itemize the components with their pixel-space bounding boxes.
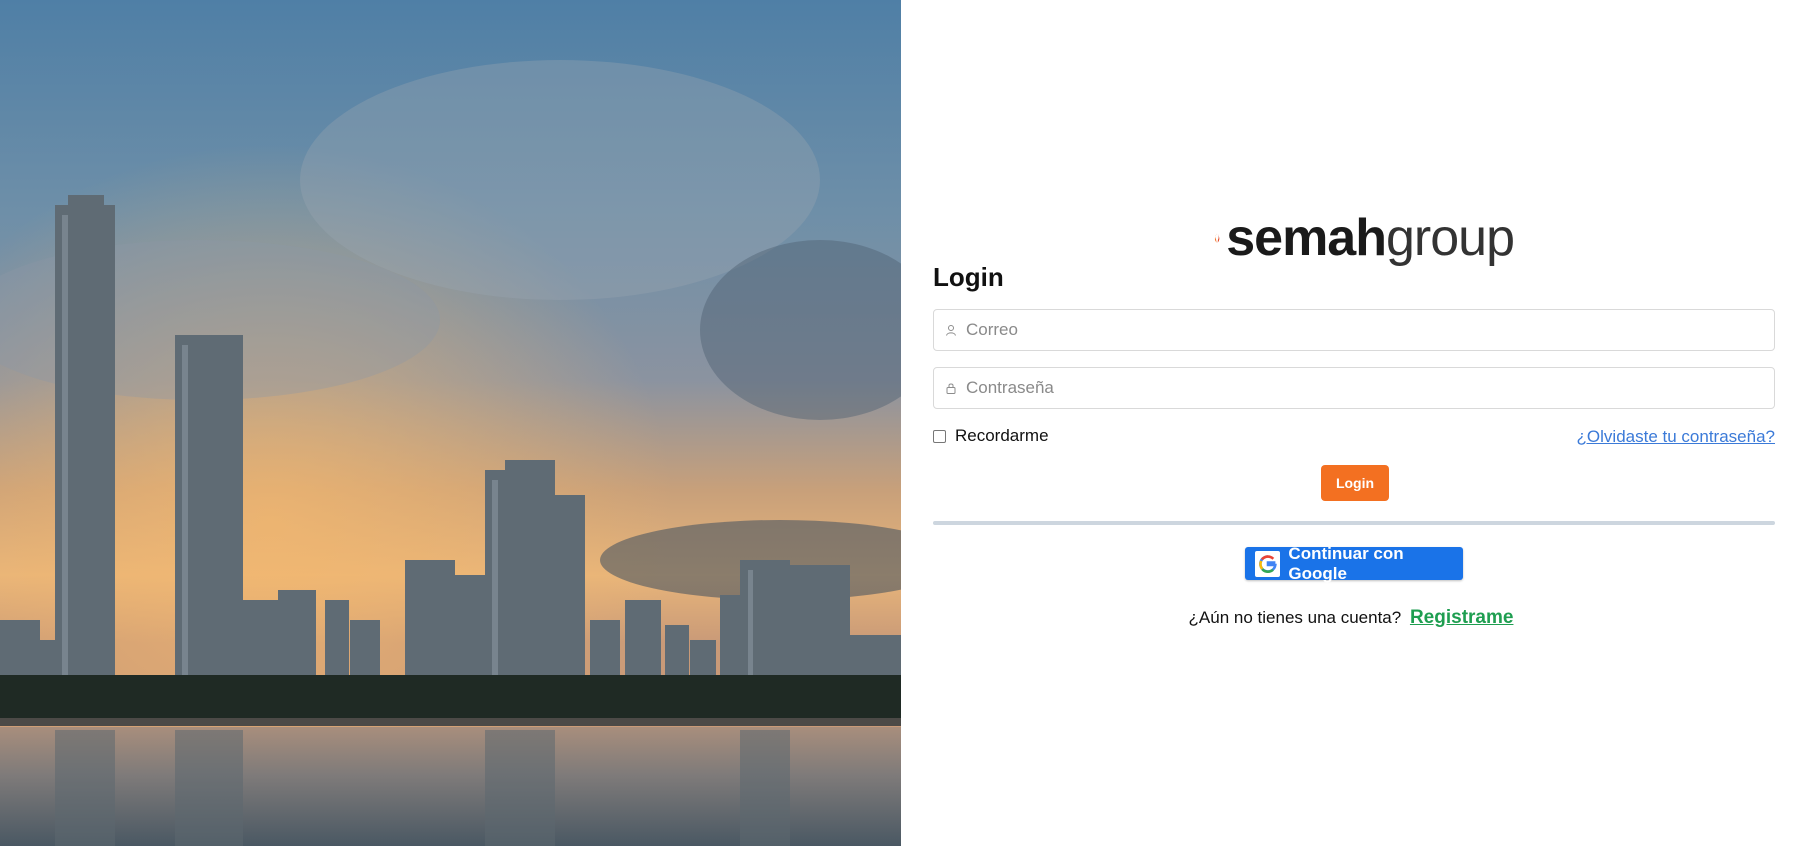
google-signin-button[interactable]: Continuar con Google [1245,544,1463,583]
google-icon [1255,550,1281,577]
semahgroup-logo: semahgroup [1214,209,1515,267]
remember-label: Recordarme [955,426,1049,445]
password-input[interactable] [966,378,1746,398]
page-title: Login [933,262,1004,292]
register-link[interactable]: Registrame [1410,607,1514,628]
logo-text-light: group [1386,209,1515,267]
lock-icon [944,381,958,395]
login-panel: semahgroup Login Recordarme ¿Olvidaste t… [901,0,1801,846]
signup-row: ¿Aún no tienes una cuenta? Registrame [901,607,1801,629]
password-field[interactable] [933,367,1775,409]
signup-prompt: ¿Aún no tienes una cuenta? [1188,608,1402,627]
hero-image [0,0,901,846]
user-icon [944,323,958,337]
divider [933,521,1775,525]
login-button[interactable]: Login [1321,465,1389,501]
login-page: semahgroup Login Recordarme ¿Olvidaste t… [0,0,1801,846]
remember-checkbox[interactable] [933,429,946,443]
remember-me[interactable]: Recordarme [933,426,1049,446]
email-input[interactable] [966,320,1746,340]
forgot-password-link[interactable]: ¿Olvidaste tu contraseña? [1577,427,1775,447]
city-skyline-image [0,0,901,846]
flame-icon [1214,233,1220,243]
logo-text-bold: semah [1226,209,1387,267]
logo-wordmark: semahgroup [1226,209,1515,267]
google-button-label: Continuar con Google [1288,543,1404,583]
email-field[interactable] [933,309,1775,351]
